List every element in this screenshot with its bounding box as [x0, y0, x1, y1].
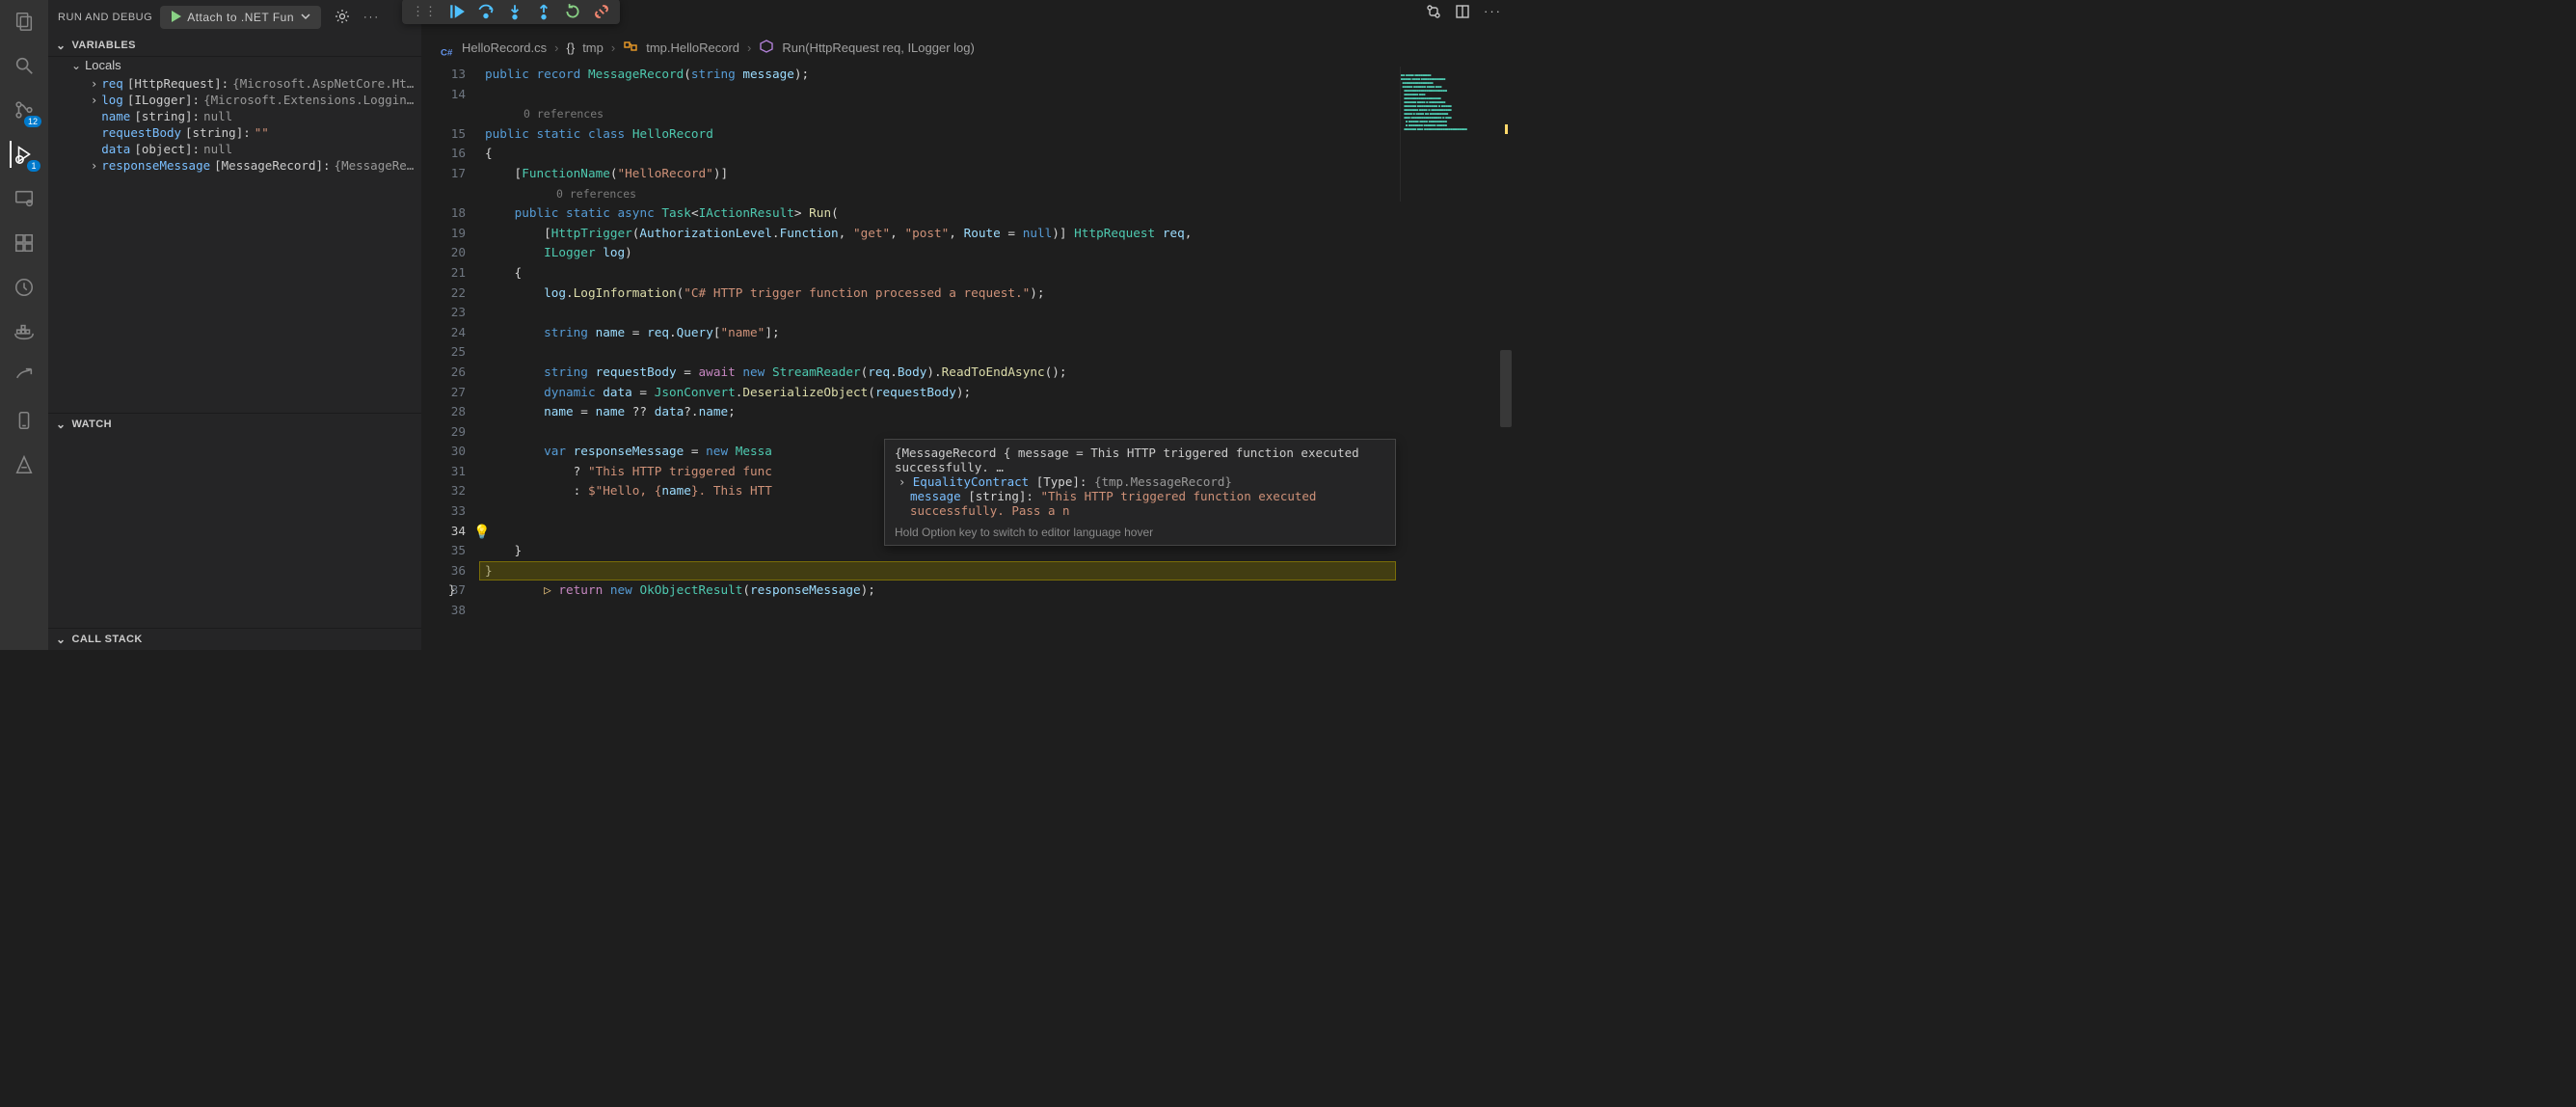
gear-icon[interactable] [335, 9, 350, 27]
debug-hover-popup[interactable]: {MessageRecord { message = This HTTP tri… [884, 439, 1396, 546]
variable-row[interactable]: ›requestBody [string]: "" [48, 124, 421, 141]
variables-label: VARIABLES [71, 40, 135, 51]
source-control-icon[interactable]: 12 [11, 96, 38, 123]
step-into-button[interactable] [506, 3, 523, 20]
breadcrumb-method[interactable]: Run(HttpRequest req, ILogger log) [782, 40, 974, 55]
namespace-icon: {} [567, 40, 576, 55]
debug-config-label: Attach to .NET Fun [187, 11, 294, 24]
callstack-header[interactable]: ⌄ CALL STACK [48, 629, 421, 650]
debug-badge: 1 [27, 160, 40, 172]
locals-header[interactable]: ⌄ Locals [48, 57, 421, 73]
svg-text:C#: C# [441, 47, 453, 58]
timeline-icon[interactable] [11, 274, 38, 301]
codelens[interactable]: 0 references [479, 104, 1396, 124]
drag-grip-icon[interactable]: ⋮⋮ [412, 4, 437, 19]
run-debug-icon[interactable]: 1 [10, 141, 37, 168]
callstack-label: CALL STACK [71, 634, 142, 645]
more-icon[interactable]: ··· [363, 12, 380, 23]
variable-row[interactable]: ›responseMessage [MessageRecord]: {Messa… [48, 157, 421, 174]
current-execution-line [479, 561, 1396, 581]
watch-header[interactable]: ⌄ WATCH [48, 414, 421, 435]
breadcrumb-file[interactable]: HelloRecord.cs [462, 40, 547, 55]
debug-config-selector[interactable]: Attach to .NET Fun [160, 6, 321, 29]
continue-button[interactable] [448, 3, 466, 20]
hover-summary: {MessageRecord { message = This HTTP tri… [895, 446, 1385, 474]
step-out-button[interactable] [535, 3, 552, 20]
scrollbar-vertical[interactable] [1500, 61, 1512, 650]
share-icon[interactable] [11, 363, 38, 390]
chevron-down-icon: ⌄ [56, 39, 66, 52]
line-gutter[interactable]: 1314 151617 1819202122232425262728293031… [421, 61, 479, 650]
hover-hint: Hold Option key to switch to editor lang… [895, 518, 1385, 539]
debug-sidebar: RUN AND DEBUG Attach to .NET Fun ··· ⌄ V… [48, 0, 421, 650]
chevron-down-icon[interactable] [298, 9, 313, 27]
breadcrumb-namespace[interactable]: tmp [582, 40, 604, 55]
variable-row[interactable]: ›name [string]: null [48, 108, 421, 124]
codelens[interactable]: 0 references [479, 184, 1396, 204]
start-debug-icon[interactable] [168, 9, 183, 27]
remote-icon[interactable] [11, 185, 38, 212]
variable-row[interactable]: ›data [object]: null [48, 141, 421, 157]
chevron-down-icon: ⌄ [56, 418, 66, 431]
azure-icon[interactable] [11, 451, 38, 478]
scm-badge: 12 [24, 116, 41, 127]
docker-icon[interactable] [11, 318, 38, 345]
csharp-file-icon: C# [441, 41, 454, 55]
split-editor-icon[interactable] [1455, 4, 1470, 22]
device-icon[interactable] [11, 407, 38, 434]
minimap[interactable]: ▀▀ ▀▀▀▀ ▀▀▀▀▀▀▀▀ ▀▀▀▀▀ ▀▀▀▀ ▀▀▀▀▀▀▀▀▀▀▀▀… [1396, 61, 1512, 650]
breadcrumb-class[interactable]: tmp.HelloRecord [646, 40, 739, 55]
chevron-down-icon: ⌄ [71, 59, 81, 72]
code-editor[interactable]: public record MessageRecord(string messa… [479, 61, 1396, 650]
chevron-down-icon: ⌄ [56, 633, 66, 646]
variables-header[interactable]: ⌄ VARIABLES [48, 35, 421, 56]
variables-tree: ›req [HttpRequest]: {Microsoft.AspNetCor… [48, 73, 421, 179]
sidebar-title: RUN AND DEBUG [58, 12, 152, 23]
class-icon [623, 39, 638, 57]
method-icon [759, 39, 774, 57]
editor-area: ⋮⋮ ··· C# HelloRecord.cs › {} tmp › tmp.… [421, 0, 1512, 650]
debug-toolbar[interactable]: ⋮⋮ [402, 0, 620, 24]
more-icon[interactable]: ··· [1484, 4, 1502, 22]
disconnect-button[interactable] [593, 3, 610, 20]
scrollbar-thumb[interactable] [1500, 350, 1512, 427]
explorer-icon[interactable] [11, 8, 38, 35]
restart-button[interactable] [564, 3, 581, 20]
search-icon[interactable] [11, 52, 38, 79]
activity-bar: 12 1 [0, 0, 48, 650]
lightbulb-icon[interactable]: 💡 [473, 523, 490, 543]
breadcrumb[interactable]: C# HelloRecord.cs › {} tmp › tmp.HelloRe… [421, 35, 1512, 61]
locals-label: Locals [85, 58, 121, 72]
watch-label: WATCH [71, 418, 112, 430]
variable-row[interactable]: ›log [ILogger]: {Microsoft.Extensions.Lo… [48, 92, 421, 108]
variable-row[interactable]: ›req [HttpRequest]: {Microsoft.AspNetCor… [48, 75, 421, 92]
compare-changes-icon[interactable] [1426, 4, 1441, 22]
step-over-button[interactable] [477, 3, 495, 20]
extensions-icon[interactable] [11, 230, 38, 256]
